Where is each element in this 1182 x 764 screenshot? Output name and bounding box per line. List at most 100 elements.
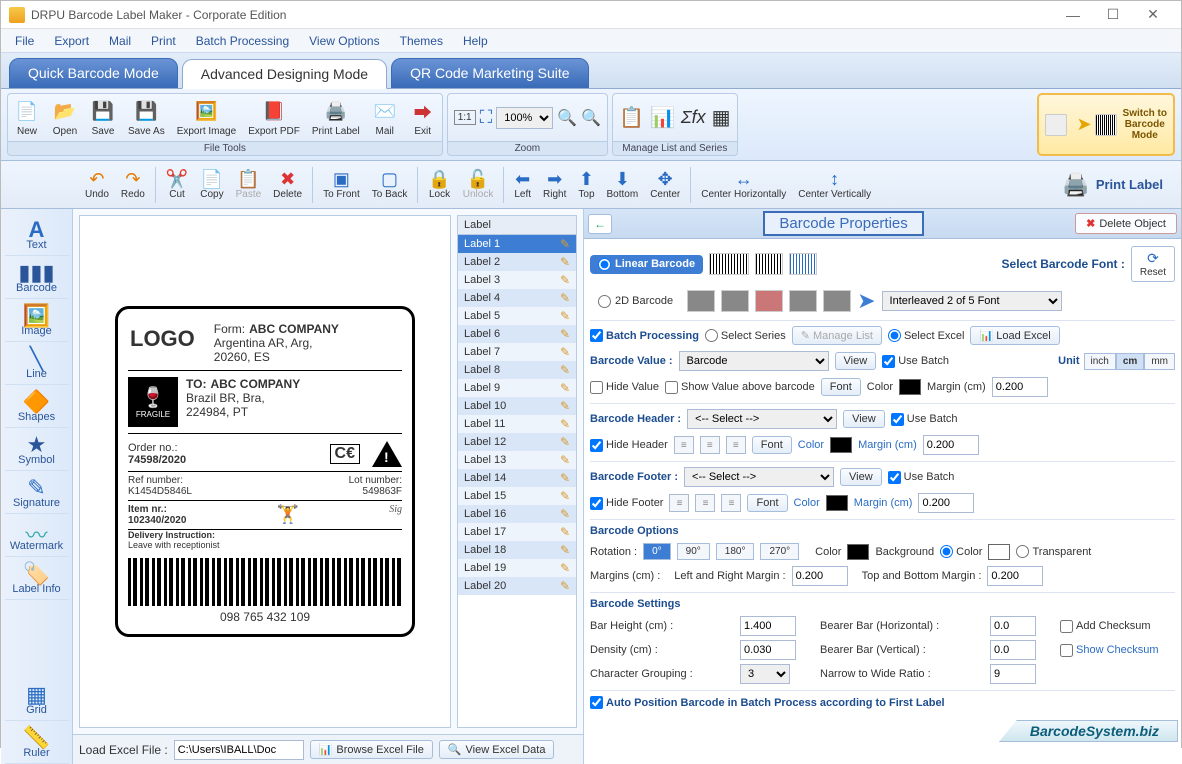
footer-align-left[interactable]: ≡ bbox=[669, 494, 689, 512]
density-input[interactable] bbox=[740, 640, 796, 660]
manage-list-icon[interactable]: 📋 bbox=[619, 105, 644, 130]
barcode-value-select[interactable]: Barcode bbox=[679, 351, 829, 371]
select-excel-radio[interactable]: Select Excel bbox=[888, 329, 965, 342]
auto-position-checkbox[interactable]: Auto Position Barcode in Batch Process a… bbox=[590, 696, 945, 709]
label-list-row[interactable]: Label 10✎ bbox=[458, 397, 576, 415]
manage-fx-icon[interactable]: Σfx bbox=[681, 107, 706, 128]
unlock-button[interactable]: 🔓Unlock bbox=[457, 167, 500, 202]
menu-help[interactable]: Help bbox=[453, 31, 498, 51]
footer-align-center[interactable]: ≡ bbox=[695, 494, 715, 512]
edit-icon[interactable]: ✎ bbox=[560, 417, 570, 431]
header-margin-input[interactable] bbox=[923, 435, 979, 455]
zoom-actual-icon[interactable]: 1:1 bbox=[454, 110, 476, 125]
edit-icon[interactable]: ✎ bbox=[560, 273, 570, 287]
minimize-button[interactable]: — bbox=[1053, 4, 1093, 26]
center-v-button[interactable]: ↕Center Vertically bbox=[792, 167, 877, 202]
edit-icon[interactable]: ✎ bbox=[560, 345, 570, 359]
label-list-row[interactable]: Label 9✎ bbox=[458, 379, 576, 397]
props-back-button[interactable]: ← bbox=[588, 214, 612, 234]
rot-90[interactable]: 90° bbox=[677, 543, 710, 560]
label-list-row[interactable]: Label 13✎ bbox=[458, 451, 576, 469]
tool-text[interactable]: AText bbox=[5, 213, 69, 256]
save-button[interactable]: 💾Save bbox=[84, 97, 122, 139]
bg-color-swatch[interactable] bbox=[988, 544, 1010, 560]
edit-icon[interactable]: ✎ bbox=[560, 525, 570, 539]
mail-button[interactable]: ✉️Mail bbox=[366, 97, 404, 139]
hide-value-checkbox[interactable]: Hide Value bbox=[590, 381, 659, 394]
barheight-input[interactable] bbox=[740, 616, 796, 636]
label-list-row[interactable]: Label 6✎ bbox=[458, 325, 576, 343]
label-list-row[interactable]: Label 7✎ bbox=[458, 343, 576, 361]
tool-signature[interactable]: ✎Signature bbox=[5, 471, 69, 514]
header-view-button[interactable]: View bbox=[843, 410, 885, 428]
menu-view[interactable]: View Options bbox=[299, 31, 389, 51]
label-list-row[interactable]: Label 8✎ bbox=[458, 361, 576, 379]
label-list-row[interactable]: Label 20✎ bbox=[458, 577, 576, 595]
value-font-button[interactable]: Font bbox=[821, 378, 861, 396]
label-list-row[interactable]: Label 11✎ bbox=[458, 415, 576, 433]
chargroup-select[interactable]: 3 bbox=[740, 664, 790, 684]
label-list-row[interactable]: Label 16✎ bbox=[458, 505, 576, 523]
menu-mail[interactable]: Mail bbox=[99, 31, 141, 51]
menu-file[interactable]: File bbox=[5, 31, 44, 51]
undo-button[interactable]: ↶Undo bbox=[79, 167, 115, 202]
footer-use-batch-checkbox[interactable]: Use Batch bbox=[888, 471, 955, 484]
cut-button[interactable]: ✂️Cut bbox=[160, 167, 194, 202]
align-center-button[interactable]: ✥Center bbox=[644, 167, 686, 202]
2d-style-4[interactable] bbox=[789, 290, 817, 312]
rot-180[interactable]: 180° bbox=[716, 543, 755, 560]
redo-button[interactable]: ↷Redo bbox=[115, 167, 151, 202]
edit-icon[interactable]: ✎ bbox=[560, 489, 570, 503]
menu-batch[interactable]: Batch Processing bbox=[186, 31, 299, 51]
select-series-radio[interactable]: Select Series bbox=[705, 329, 786, 342]
tofront-button[interactable]: ▣To Front bbox=[317, 167, 366, 202]
value-margin-input[interactable] bbox=[992, 377, 1048, 397]
use-batch-value-checkbox[interactable]: Use Batch bbox=[882, 355, 949, 368]
view-excel-button[interactable]: 🔍View Excel Data bbox=[439, 740, 555, 759]
menu-print[interactable]: Print bbox=[141, 31, 186, 51]
menu-export[interactable]: Export bbox=[44, 31, 99, 51]
bearer-h-input[interactable] bbox=[990, 616, 1036, 636]
label-list-row[interactable]: Label 4✎ bbox=[458, 289, 576, 307]
header-font-button[interactable]: Font bbox=[752, 436, 792, 454]
view-value-button[interactable]: View bbox=[835, 352, 877, 370]
bearer-v-input[interactable] bbox=[990, 640, 1036, 660]
tool-ruler[interactable]: 📏Ruler bbox=[5, 721, 69, 764]
rot-270[interactable]: 270° bbox=[760, 543, 799, 560]
barcode-style-1[interactable] bbox=[709, 253, 749, 275]
edit-icon[interactable]: ✎ bbox=[560, 453, 570, 467]
tool-labelinfo[interactable]: 🏷️Label Info bbox=[5, 557, 69, 600]
tool-symbol[interactable]: ★Symbol bbox=[5, 428, 69, 471]
footer-view-button[interactable]: View bbox=[840, 468, 882, 486]
delete-object-button[interactable]: ✖Delete Object bbox=[1075, 213, 1177, 234]
print-label-button[interactable]: 🖨️Print Label bbox=[306, 97, 366, 139]
reset-button[interactable]: ⟳Reset bbox=[1131, 246, 1175, 282]
lock-button[interactable]: 🔒Lock bbox=[422, 167, 456, 202]
footer-select[interactable]: <-- Select --> bbox=[684, 467, 834, 487]
label-list-row[interactable]: Label 18✎ bbox=[458, 541, 576, 559]
bg-transparent-radio[interactable]: Transparent bbox=[1016, 545, 1091, 558]
tab-qr-mode[interactable]: QR Code Marketing Suite bbox=[391, 58, 589, 88]
show-above-checkbox[interactable]: Show Value above barcode bbox=[665, 381, 815, 394]
manage-grid-icon[interactable]: ▦ bbox=[712, 105, 731, 130]
rot-0[interactable]: 0° bbox=[643, 543, 671, 560]
value-color-swatch[interactable] bbox=[899, 379, 921, 395]
align-bottom-button[interactable]: ⬇Bottom bbox=[601, 167, 645, 202]
exit-button[interactable]: ⮕Exit bbox=[404, 97, 442, 139]
manage-list-button[interactable]: ✎ Manage List bbox=[792, 326, 882, 345]
label-list-row[interactable]: Label 5✎ bbox=[458, 307, 576, 325]
edit-icon[interactable]: ✎ bbox=[560, 363, 570, 377]
2d-style-3[interactable] bbox=[755, 290, 783, 312]
hide-footer-checkbox[interactable]: Hide Footer bbox=[590, 497, 663, 510]
align-right-button[interactable]: ➡Right bbox=[537, 167, 572, 202]
header-color-swatch[interactable] bbox=[830, 437, 852, 453]
barcode-font-select[interactable]: Interleaved 2 of 5 Font bbox=[882, 291, 1062, 311]
show-checksum-checkbox[interactable]: Show Checksum bbox=[1060, 644, 1181, 657]
center-h-button[interactable]: ↔Center Horizontally bbox=[695, 167, 792, 202]
bg-color-radio[interactable]: Color bbox=[940, 545, 982, 558]
label-list-row[interactable]: Label 2✎ bbox=[458, 253, 576, 271]
label-list-row[interactable]: Label 15✎ bbox=[458, 487, 576, 505]
edit-icon[interactable]: ✎ bbox=[560, 309, 570, 323]
export-image-button[interactable]: 🖼️Export Image bbox=[171, 97, 242, 139]
batch-processing-checkbox[interactable]: Batch Processing bbox=[590, 329, 699, 342]
